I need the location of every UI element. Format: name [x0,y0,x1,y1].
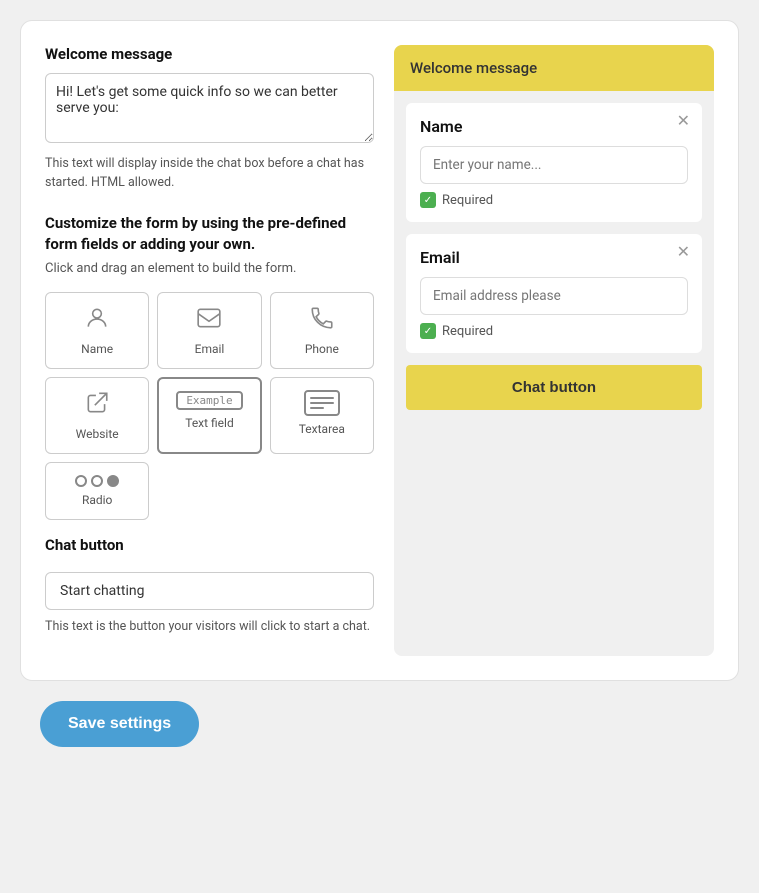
chat-button-section: Chat button This text is the button your… [45,536,374,637]
field-label-name: Name [81,342,113,356]
textarea-icon [304,390,340,416]
field-item-textarea[interactable]: Textarea [270,377,374,454]
preview-body: Name ✕ ✓ Required Email ✕ ✓ Required Ch [394,91,714,422]
customize-title: Customize the form by using the pre-defi… [45,213,374,255]
main-card: Welcome message Hi! Let's get some quick… [20,20,739,681]
email-card: Email ✕ ✓ Required [406,234,702,353]
field-label-textarea: Textarea [299,422,345,436]
right-panel: Welcome message Name ✕ ✓ Required Email … [394,45,714,656]
chat-button-title: Chat button [45,536,374,554]
email-icon [196,305,222,336]
field-item-email[interactable]: Email [157,292,261,369]
name-card-title: Name [420,117,688,136]
field-label-email: Email [195,342,225,356]
email-required-label: Required [442,324,493,339]
name-card-close[interactable]: ✕ [677,113,690,129]
name-required-label: Required [442,193,493,208]
field-label-website: Website [76,427,119,441]
form-fields-grid: Name Email Phone Website [45,292,374,520]
welcome-message-title: Welcome message [45,45,374,63]
field-item-website[interactable]: Website [45,377,149,454]
name-card-required: ✓ Required [420,192,688,208]
person-icon [84,305,110,336]
customize-subtitle: Click and drag an element to build the f… [45,261,374,276]
email-card-input[interactable] [420,277,688,315]
email-card-required: ✓ Required [420,323,688,339]
website-icon [84,390,110,421]
field-item-textfield[interactable]: Example Text field [157,377,261,454]
left-panel: Welcome message Hi! Let's get some quick… [45,45,374,656]
welcome-message-textarea[interactable]: Hi! Let's get some quick info so we can … [45,73,374,143]
field-item-name[interactable]: Name [45,292,149,369]
preview-header: Welcome message [394,45,714,91]
email-card-title: Email [420,248,688,267]
welcome-message-hint: This text will display inside the chat b… [45,155,374,193]
email-required-check: ✓ [420,323,436,339]
field-label-radio: Radio [82,493,112,507]
textfield-icon: Example [176,391,242,410]
radio-icon [75,475,119,487]
email-card-close[interactable]: ✕ [677,244,690,260]
save-settings-button[interactable]: Save settings [40,701,199,747]
name-card: Name ✕ ✓ Required [406,103,702,222]
chat-button-hint: This text is the button your visitors wi… [45,618,374,637]
chat-button-input[interactable] [45,572,374,610]
field-item-phone[interactable]: Phone [270,292,374,369]
footer: Save settings [20,701,739,747]
name-required-check: ✓ [420,192,436,208]
name-card-input[interactable] [420,146,688,184]
field-label-textfield: Text field [185,416,234,430]
preview-chat-button[interactable]: Chat button [406,365,702,410]
phone-icon [309,305,335,336]
field-label-phone: Phone [305,342,339,356]
field-item-radio[interactable]: Radio [45,462,149,520]
